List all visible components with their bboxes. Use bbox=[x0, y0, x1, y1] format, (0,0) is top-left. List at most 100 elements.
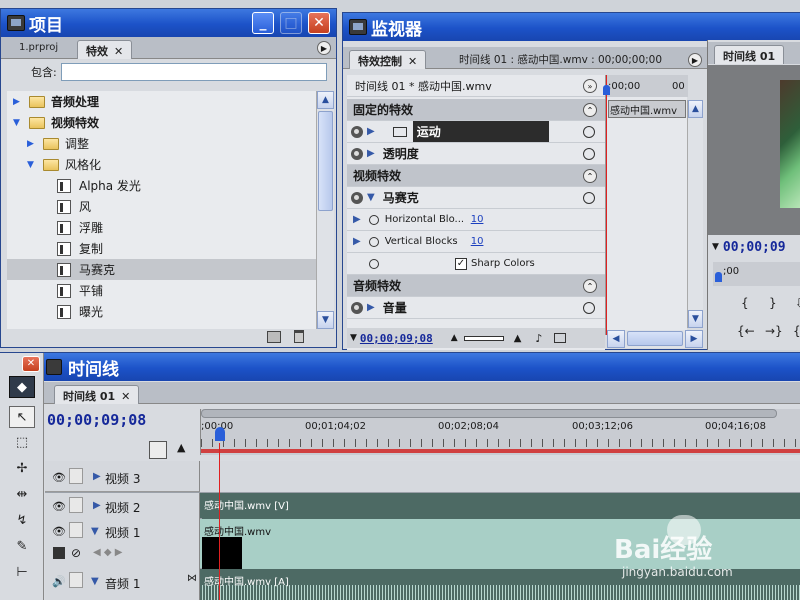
collapse-arrow-icon[interactable]: ▼ bbox=[91, 576, 99, 587]
mark-out-icon[interactable]: } bbox=[769, 296, 777, 310]
collapse-section-icon[interactable]: ⌃ bbox=[583, 169, 597, 183]
lock-toggle[interactable] bbox=[69, 468, 83, 484]
tree-item-selected[interactable]: 马赛克 bbox=[7, 259, 316, 280]
reset-icon[interactable] bbox=[583, 302, 595, 314]
time-ruler[interactable]: ;00;00 00;01;04;02 00;02;08;04 00;03;12;… bbox=[200, 409, 800, 455]
playhead-marker-icon[interactable] bbox=[603, 85, 610, 95]
reset-icon[interactable] bbox=[583, 192, 595, 204]
expand-arrow-icon[interactable]: ▶ bbox=[353, 236, 361, 247]
expand-arrow-icon[interactable]: ▶ bbox=[13, 97, 23, 107]
expand-arrow-icon[interactable]: ▶ bbox=[367, 302, 375, 313]
trash-icon[interactable] bbox=[294, 330, 304, 343]
vertical-blocks-value[interactable]: 10 bbox=[471, 236, 484, 247]
set-marker-icon[interactable]: ▲ bbox=[177, 441, 185, 454]
program-timecode[interactable]: 00;00;09 bbox=[723, 240, 786, 255]
tree-item[interactable]: 浮雕 bbox=[7, 217, 316, 238]
scroll-thumb[interactable] bbox=[318, 111, 333, 211]
tree-item[interactable]: ▼ 风格化 bbox=[7, 154, 316, 175]
scroll-up-icon[interactable]: ▲ bbox=[317, 91, 334, 109]
new-item-icon[interactable] bbox=[267, 331, 281, 343]
tab-source-monitor[interactable]: 时间线 01 : 感动中国.wmv : 00;00;00;00 bbox=[451, 50, 670, 69]
mark-in-icon[interactable]: { bbox=[741, 296, 749, 310]
zoom-in-icon[interactable]: ▲ bbox=[514, 333, 522, 344]
current-time[interactable]: 00;00;09;08 bbox=[360, 332, 433, 345]
speaker-icon[interactable]: 🔊 bbox=[52, 575, 66, 588]
display-style-icon[interactable] bbox=[53, 547, 65, 559]
scroll-left-icon[interactable]: ◀ bbox=[607, 330, 625, 348]
stopwatch-icon[interactable] bbox=[369, 258, 379, 269]
expand-arrow-icon[interactable]: ▶ bbox=[93, 500, 101, 511]
zoom-slider[interactable] bbox=[463, 335, 504, 341]
expand-arrow-icon[interactable]: ▶ bbox=[353, 214, 361, 225]
collapse-arrow-icon[interactable]: ▼ bbox=[91, 526, 99, 537]
lock-toggle[interactable] bbox=[69, 522, 83, 538]
ec-scrollbar[interactable]: ▲ ▼ bbox=[687, 100, 703, 328]
toggle-effect-icon[interactable] bbox=[351, 301, 363, 314]
tree-item[interactable]: 曝光 bbox=[7, 301, 316, 322]
go-to-out-icon[interactable]: →} bbox=[765, 324, 783, 338]
collapse-arrow-icon[interactable]: ▼ bbox=[367, 192, 375, 203]
play-marker-icon[interactable]: ▼ bbox=[712, 242, 719, 252]
tab-timeline-01[interactable]: 时间线 01 ✕ bbox=[54, 385, 140, 404]
effect-opacity[interactable]: ▶ 透明度 bbox=[347, 143, 605, 165]
work-area-bar[interactable] bbox=[201, 449, 800, 453]
expand-arrow-icon[interactable]: ▶ bbox=[367, 126, 375, 137]
tree-item[interactable]: ▶ 音频处理 bbox=[7, 91, 316, 112]
ripple-edit-tool-icon[interactable]: ✢ bbox=[9, 457, 35, 479]
scroll-down-icon[interactable]: ▼ bbox=[317, 311, 334, 329]
tree-scrollbar[interactable]: ▲ ▼ bbox=[316, 91, 334, 329]
snap-icon[interactable] bbox=[149, 441, 167, 459]
play-in-out-icon[interactable]: {▸ bbox=[793, 324, 800, 338]
reset-icon[interactable] bbox=[583, 126, 595, 138]
playhead-marker-icon[interactable] bbox=[715, 272, 722, 282]
close-tab-icon[interactable]: ✕ bbox=[114, 45, 123, 58]
selection-tool-icon[interactable]: ↖ bbox=[9, 406, 35, 428]
close-tab-icon[interactable]: ✕ bbox=[408, 55, 417, 68]
tab-effects[interactable]: 特效 ✕ bbox=[77, 40, 133, 59]
stopwatch-icon[interactable] bbox=[368, 214, 379, 225]
close-icon[interactable]: ✕ bbox=[308, 12, 330, 34]
eye-icon[interactable]: 👁 bbox=[52, 471, 66, 484]
tree-item[interactable]: 复制 bbox=[7, 238, 316, 259]
rolling-edit-tool-icon[interactable]: ⇹ bbox=[9, 483, 35, 505]
panel-menu-icon[interactable]: ▶ bbox=[317, 41, 331, 55]
tab-program-timeline[interactable]: 时间线 01 bbox=[714, 45, 785, 64]
loop-audio-icon[interactable]: ♪ bbox=[535, 332, 542, 345]
viewable-area-bar[interactable] bbox=[201, 409, 777, 418]
effect-mosaic[interactable]: ▼ 马赛克 bbox=[347, 187, 605, 209]
ec-hscrollbar[interactable]: ◀ ▶ bbox=[607, 330, 703, 348]
effect-motion[interactable]: ▶ 运动 bbox=[347, 121, 605, 143]
tab-effect-controls[interactable]: 特效控制 ✕ bbox=[349, 50, 427, 69]
eye-icon[interactable]: 👁 bbox=[52, 500, 66, 513]
play-marker-icon[interactable]: ▼ bbox=[350, 333, 357, 343]
expand-arrow-icon[interactable]: ▶ bbox=[367, 148, 375, 159]
expand-arrow-icon[interactable]: ▶ bbox=[27, 139, 37, 149]
toggle-effect-icon[interactable] bbox=[351, 147, 363, 160]
mini-clip[interactable]: 感动中国.wmv bbox=[608, 100, 686, 118]
tab-project-file[interactable]: 1.prproj bbox=[11, 40, 66, 59]
zoom-out-icon[interactable]: ▲ bbox=[451, 333, 458, 343]
expand-arrow-icon[interactable]: ▶ bbox=[93, 471, 101, 482]
scroll-up-icon[interactable]: ▲ bbox=[688, 100, 703, 118]
timeline-playhead[interactable] bbox=[219, 443, 220, 600]
panel-menu-icon[interactable]: ▶ bbox=[688, 53, 702, 67]
toggle-effect-icon[interactable] bbox=[351, 125, 363, 138]
tree-item[interactable]: 风 bbox=[7, 196, 316, 217]
monitor-titlebar[interactable]: 监视器 bbox=[343, 13, 800, 41]
toggle-effect-icon[interactable] bbox=[351, 191, 363, 204]
minimize-icon[interactable]: _ bbox=[252, 12, 274, 34]
timeline-timecode[interactable]: 00;00;09;08 bbox=[47, 411, 146, 429]
export-icon[interactable] bbox=[554, 333, 567, 343]
scroll-down-icon[interactable]: ▼ bbox=[688, 310, 703, 328]
timeline-titlebar[interactable]: 时间线 bbox=[44, 353, 800, 381]
go-to-in-icon[interactable]: {← bbox=[737, 324, 755, 338]
hide-keyframes-icon[interactable]: ⊘ bbox=[71, 546, 81, 560]
project-titlebar[interactable]: 项目 _ □ ✕ bbox=[1, 9, 336, 37]
lock-toggle[interactable] bbox=[69, 497, 83, 513]
close-tab-icon[interactable]: ✕ bbox=[121, 390, 130, 403]
search-input[interactable] bbox=[60, 63, 327, 81]
sharp-colors-checkbox[interactable]: ✓ bbox=[455, 257, 467, 270]
set-marker-icon[interactable]: ⇩ bbox=[795, 296, 800, 310]
collapse-section-icon[interactable]: ⌃ bbox=[583, 103, 597, 117]
track-select-tool-icon[interactable]: ⬚ bbox=[9, 431, 35, 453]
